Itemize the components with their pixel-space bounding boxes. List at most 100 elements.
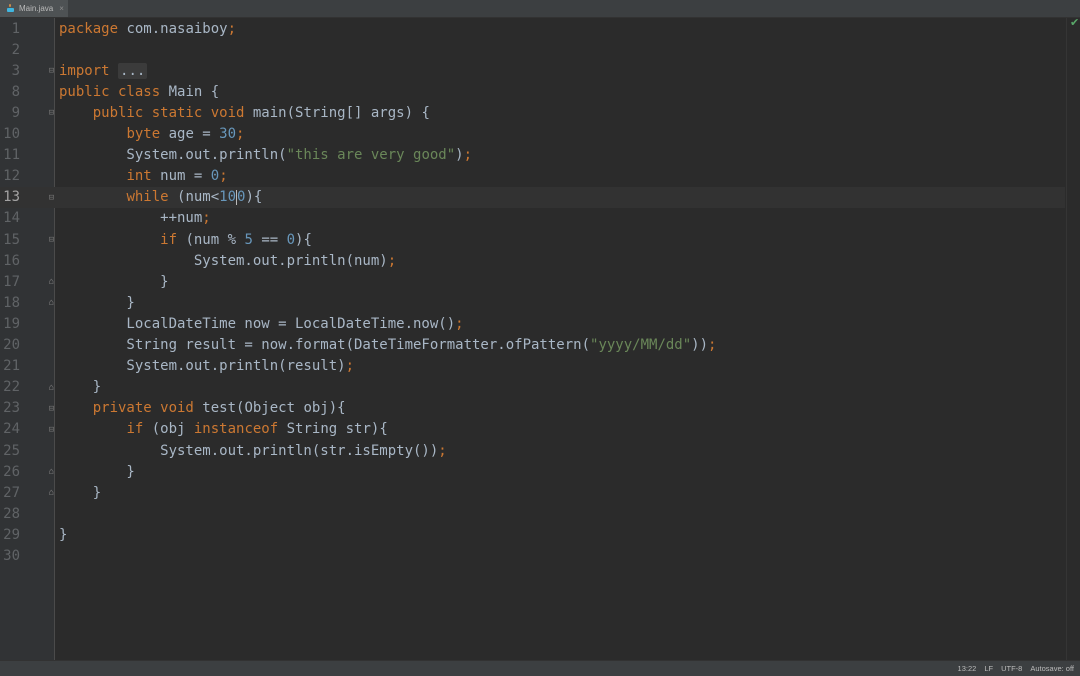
code-line[interactable]: 20 String result = now.format(DateTimeFo… — [0, 335, 1065, 356]
code-token: System.out.println(str.isEmpty()) — [59, 443, 438, 459]
fold-open-icon[interactable]: ⊟ — [47, 398, 56, 419]
code-token: Main { — [160, 84, 219, 100]
code-line[interactable]: 19 LocalDateTime now = LocalDateTime.now… — [0, 314, 1065, 335]
code-token: 10 — [219, 189, 236, 205]
line-number: 19 — [0, 314, 20, 335]
code-token — [59, 126, 126, 142]
code-token: ; — [708, 337, 716, 353]
tab-label: Main.java — [19, 4, 53, 13]
fold-end-icon[interactable]: ⌂ — [47, 293, 56, 314]
code-token — [59, 189, 126, 205]
vertical-scrollbar[interactable] — [1066, 18, 1080, 660]
code-line[interactable]: 3⊟import ... — [0, 61, 1065, 82]
line-number: 10 — [0, 124, 20, 145]
code-text: package com.nasaiboy; — [59, 19, 236, 40]
code-token: int — [126, 168, 151, 184]
code-line[interactable]: 23⊟ private void test(Object obj){ — [0, 398, 1065, 419]
tab-main-java[interactable]: Main.java × — [0, 0, 68, 17]
fold-end-icon[interactable]: ⌂ — [47, 272, 56, 293]
code-line[interactable]: 11 System.out.println("this are very goo… — [0, 145, 1065, 166]
line-number: 2 — [0, 40, 20, 61]
check-icon[interactable]: ✔ — [1070, 16, 1079, 29]
code-text: System.out.println("this are very good")… — [59, 145, 472, 166]
line-number: 15 — [0, 230, 20, 251]
code-token: "this are very good" — [287, 147, 456, 163]
code-line[interactable]: 9⊟ public static void main(String[] args… — [0, 103, 1065, 124]
code-token: } — [59, 464, 135, 480]
code-token: test(Object obj){ — [194, 400, 346, 416]
fold-open-icon[interactable]: ⊟ — [47, 230, 56, 251]
code-line[interactable]: 10 byte age = 30; — [0, 124, 1065, 145]
code-token: if — [126, 421, 143, 437]
code-token: ; — [455, 316, 463, 332]
code-text: } — [59, 462, 135, 483]
line-number: 24 — [0, 419, 20, 440]
code-token — [59, 168, 126, 184]
code-token — [59, 105, 93, 121]
code-line[interactable]: 30 — [0, 546, 1065, 567]
code-token: ++num — [59, 210, 202, 226]
code-line[interactable]: 8public class Main { — [0, 82, 1065, 103]
fold-open-icon[interactable]: ⊟ — [47, 187, 56, 208]
code-text: } — [59, 525, 67, 546]
code-token: package — [59, 21, 118, 37]
code-token: (num< — [169, 189, 220, 205]
code-token: )) — [691, 337, 708, 353]
line-number: 14 — [0, 208, 20, 229]
editor-tab-bar: Main.java × — [0, 0, 1080, 18]
code-token: ; — [464, 147, 472, 163]
code-line[interactable]: 1package com.nasaiboy; — [0, 19, 1065, 40]
code-line[interactable]: 24⊟ if (obj instanceof String str){ — [0, 419, 1065, 440]
file-encoding[interactable]: UTF-8 — [1001, 664, 1022, 673]
line-number: 29 — [0, 525, 20, 546]
fold-open-icon[interactable]: ⊟ — [47, 103, 56, 124]
fold-end-icon[interactable]: ⌂ — [47, 462, 56, 483]
code-token: ; — [219, 168, 227, 184]
fold-end-icon[interactable]: ⌂ — [47, 483, 56, 504]
code-token: } — [59, 485, 101, 501]
close-icon[interactable]: × — [59, 4, 64, 13]
code-text: } — [59, 483, 101, 504]
code-line[interactable]: 25 System.out.println(str.isEmpty()); — [0, 441, 1065, 462]
java-file-icon — [6, 4, 15, 13]
line-separator[interactable]: LF — [984, 664, 993, 673]
code-token: private void — [93, 400, 194, 416]
code-token: ; — [236, 126, 244, 142]
line-number: 22 — [0, 377, 20, 398]
fold-open-icon[interactable]: ⊟ — [47, 419, 56, 440]
code-token: main(String[] args) { — [244, 105, 429, 121]
code-line[interactable]: 15⊟ if (num % 5 == 0){ — [0, 230, 1065, 251]
fold-end-icon[interactable]: ⌂ — [47, 377, 56, 398]
code-editor[interactable]: 1package com.nasaiboy;23⊟import ...8publ… — [55, 18, 1065, 660]
code-line[interactable]: 18⌂ } — [0, 293, 1065, 314]
code-text: private void test(Object obj){ — [59, 398, 346, 419]
code-line[interactable]: 26 ⌂ } — [0, 462, 1065, 483]
line-number: 26 — [0, 462, 20, 483]
code-line[interactable]: 14 ++num; — [0, 208, 1065, 229]
code-line[interactable]: 27⌂ } — [0, 483, 1065, 504]
code-token: } — [59, 295, 135, 311]
code-line[interactable]: 17⌂ } — [0, 272, 1065, 293]
code-line[interactable]: 21 System.out.println(result); — [0, 356, 1065, 377]
code-text: System.out.println(result); — [59, 356, 354, 377]
code-token: age = — [160, 126, 219, 142]
folded-imports[interactable]: ... — [118, 63, 147, 79]
caret-position[interactable]: 13:22 — [958, 664, 977, 673]
code-token: ) — [455, 147, 463, 163]
code-token: public static void — [93, 105, 245, 121]
code-token — [59, 232, 160, 248]
code-line[interactable]: 13⊟ while (num<100){ — [0, 187, 1065, 208]
code-line[interactable]: 29} — [0, 525, 1065, 546]
code-token: 0 — [211, 168, 219, 184]
autosave-status[interactable]: Autosave: off — [1030, 664, 1074, 673]
code-line[interactable]: 2 — [0, 40, 1065, 61]
code-line[interactable]: 16 System.out.println(num); — [0, 251, 1065, 272]
line-number: 3 — [0, 61, 20, 82]
code-token: System.out.println(num) — [59, 253, 388, 269]
code-line[interactable]: 12 int num = 0; — [0, 166, 1065, 187]
code-line[interactable]: 22⌂ } — [0, 377, 1065, 398]
code-line[interactable]: 28 — [0, 504, 1065, 525]
line-number: 8 — [0, 82, 20, 103]
line-number: 12 — [0, 166, 20, 187]
fold-open-icon[interactable]: ⊟ — [47, 61, 56, 82]
